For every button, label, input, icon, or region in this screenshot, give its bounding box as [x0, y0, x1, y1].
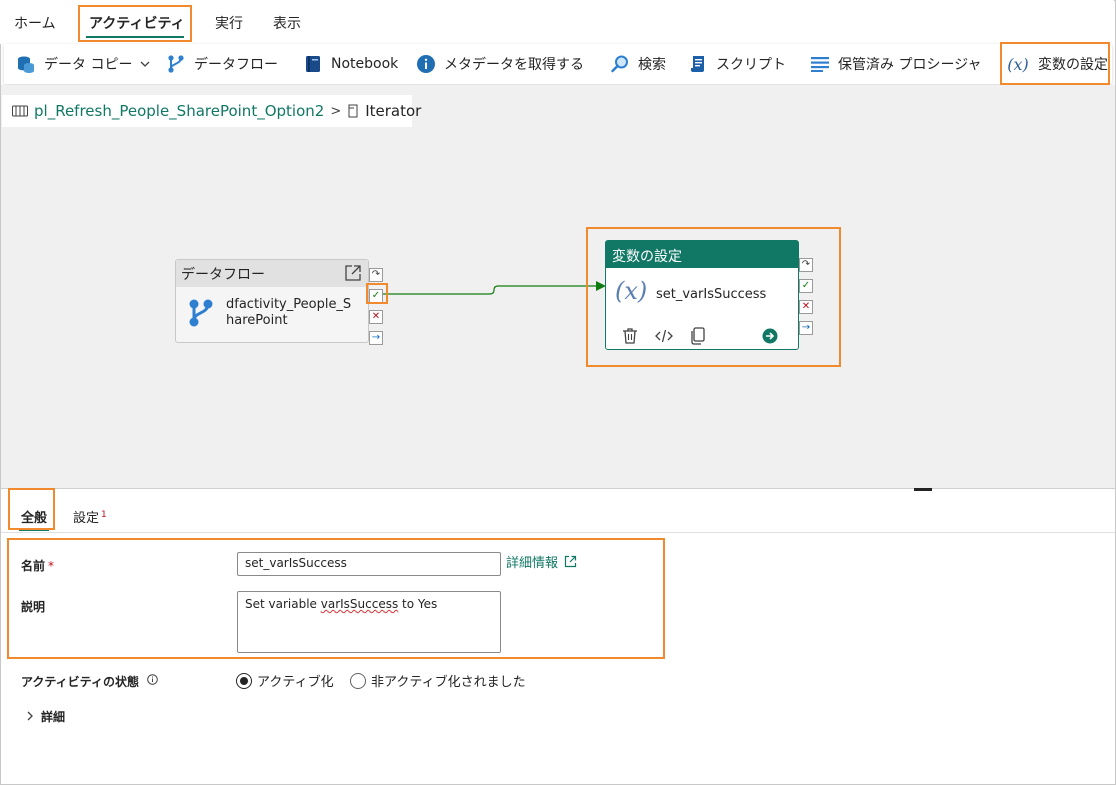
description-field[interactable]: Set variable varIsSuccess to Yes — [237, 591, 501, 653]
description-misspelled: varIsSuccess — [320, 597, 399, 611]
error-count-badge: 1 — [101, 509, 107, 520]
set-variable-activity-node[interactable]: 変数の設定 (x) set_varIsSuccess — [605, 240, 799, 350]
radio-unselected-indicator — [350, 672, 366, 689]
dataflow-output-ports: ↷ ✓ ✕ → — [369, 268, 383, 352]
delete-icon[interactable] — [622, 327, 638, 345]
set-variable-node-header: 変数の設定 — [606, 241, 798, 268]
advanced-label: 詳細 — [41, 710, 66, 724]
info-icon — [147, 674, 158, 685]
set-variable-activity-name: set_varIsSuccess — [656, 287, 767, 302]
skip-port-icon[interactable]: ↷ — [799, 258, 813, 272]
activated-radio[interactable]: アクティブ化 — [236, 671, 334, 690]
open-external-icon — [564, 555, 577, 568]
success-port-icon[interactable]: ✓ — [799, 279, 813, 293]
description-text-2: to Yes — [398, 597, 438, 611]
open-external-icon[interactable] — [344, 264, 362, 286]
tab-settings[interactable]: 設定 1 — [73, 507, 107, 526]
name-label: 名前 * — [21, 557, 54, 574]
advanced-expander[interactable]: 詳細 — [25, 708, 65, 725]
failure-port-icon[interactable]: ✕ — [799, 300, 813, 314]
completion-port-icon[interactable]: → — [799, 321, 813, 335]
activity-state-label: アクティビティの状態 — [21, 673, 158, 690]
variable-fx-icon: (x) — [615, 277, 648, 305]
panel-resize-handle[interactable] — [914, 488, 932, 491]
dataflow-activity-name: dfactivity_People_SharePoint — [226, 297, 352, 328]
radio-selected-indicator — [236, 672, 252, 689]
more-info-text: 詳細情報 — [506, 556, 559, 571]
tab-general[interactable]: 全般 — [21, 507, 47, 526]
required-mark: * — [48, 559, 55, 573]
skip-port-icon[interactable]: ↷ — [369, 268, 383, 282]
variable-output-ports: ↷ ✓ ✕ → — [799, 258, 813, 342]
completion-port-icon[interactable]: → — [369, 331, 383, 345]
failure-port-icon[interactable]: ✕ — [369, 310, 383, 324]
dataflow-icon — [188, 298, 214, 332]
deactivated-radio[interactable]: 非アクティブ化されました — [350, 671, 526, 690]
node-actions — [606, 327, 798, 347]
code-icon[interactable] — [655, 328, 673, 344]
activity-state-label-text: アクティビティの状態 — [21, 675, 139, 689]
dataflow-node-header: データフロー — [176, 260, 368, 287]
tab-settings-label: 設定 — [73, 511, 100, 526]
activated-label: アクティブ化 — [257, 675, 334, 690]
go-arrow-icon[interactable] — [762, 328, 778, 344]
description-label: 説明 — [21, 600, 46, 614]
name-label-text: 名前 — [21, 559, 46, 573]
tabs-divider — [1, 532, 1115, 533]
chevron-right-icon — [27, 711, 33, 721]
success-port-icon[interactable]: ✓ — [369, 289, 383, 303]
dataflow-activity-node[interactable]: データフロー dfactivity_People_SharePoint — [175, 259, 369, 343]
deactivated-label: 非アクティブ化されました — [371, 675, 526, 690]
description-text-1: Set variable — [245, 597, 321, 611]
properties-panel: 全般 設定 1 名前 * set_varIsSuccess 詳細情報 説明 Set … — [1, 488, 1115, 784]
more-info-link[interactable]: 詳細情報 — [506, 552, 577, 571]
active-tab-indicator — [19, 529, 49, 531]
name-field[interactable]: set_varIsSuccess — [237, 552, 501, 576]
copy-icon[interactable] — [690, 327, 706, 345]
